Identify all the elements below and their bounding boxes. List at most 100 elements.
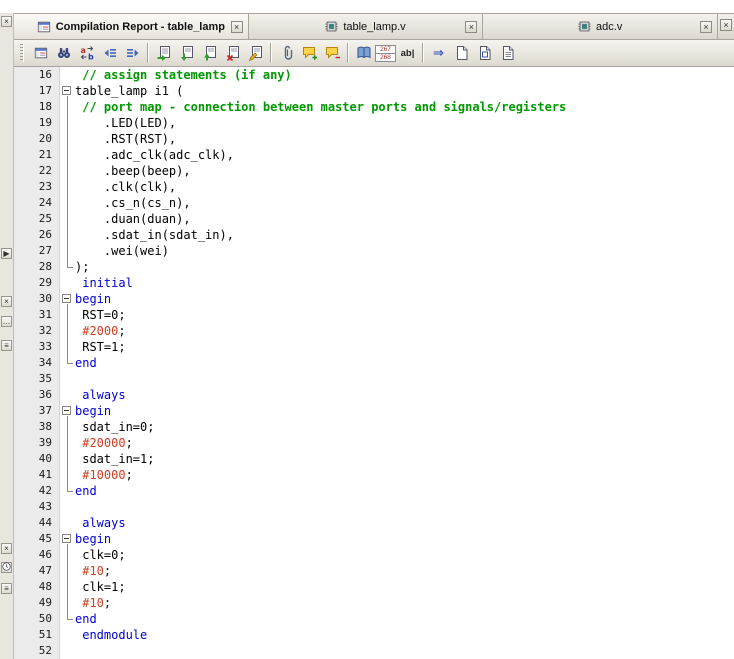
code-text[interactable]: .cs_n(cs_n), [75,195,734,211]
report-window-button[interactable] [29,42,52,65]
attach-button[interactable] [275,42,298,65]
code-text[interactable]: #10; [75,595,734,611]
code-line: 26 .sdat_in(sdat_in), [14,227,734,243]
clock-button[interactable] [1,562,12,573]
panel-list-button[interactable]: ≡ [1,340,12,351]
insert-template-button[interactable] [152,42,175,65]
goto-button[interactable]: ⇒ [427,42,450,65]
templates-button[interactable] [352,42,375,65]
code-text[interactable]: .beep(beep), [75,163,734,179]
code-text[interactable]: always [75,515,734,531]
code-text[interactable]: .RST(RST), [75,131,734,147]
code-text[interactable]: // assign statements (if any) [75,67,734,83]
find-button[interactable] [52,42,75,65]
close-tab-button[interactable]: × [700,21,712,33]
report-icon [37,20,51,34]
code-text[interactable] [75,643,734,659]
code-text[interactable]: sdat_in=1; [75,451,734,467]
comment-add-icon [302,45,318,61]
code-text[interactable]: RST=0; [75,307,734,323]
code-text[interactable]: initial [75,275,734,291]
close-tab-button[interactable]: × [231,21,243,33]
delete-block-button[interactable] [221,42,244,65]
toolbar-separator [147,43,149,63]
close-bottom-button[interactable]: × [1,543,12,554]
code-text[interactable]: end [75,483,734,499]
tab-table-lamp-v[interactable]: table_lamp.v × [249,14,484,39]
indent-button[interactable] [121,42,144,65]
code-text[interactable]: sdat_in=0; [75,419,734,435]
code-text[interactable]: #20000; [75,435,734,451]
tab-adc-v[interactable]: adc.v× [483,14,718,39]
fold-toggle[interactable] [62,294,71,303]
expand-panel-button[interactable]: ▶ [1,248,12,259]
fold-column [60,355,75,371]
fold-toggle[interactable] [62,534,71,543]
code-text[interactable]: end [75,611,734,627]
code-text[interactable]: end [75,355,734,371]
code-text[interactable]: clk=0; [75,547,734,563]
word-wrap-button[interactable]: ab| [396,42,419,65]
find-icon [56,45,72,61]
code-text[interactable]: always [75,387,734,403]
code-text[interactable]: .wei(wei) [75,243,734,259]
code-line: 25 .duan(duan), [14,211,734,227]
code-text[interactable] [75,499,734,515]
code-line: 44 always [14,515,734,531]
fold-column [60,67,75,83]
code-text[interactable]: .adc_clk(adc_clk), [75,147,734,163]
code-line: 38 sdat_in=0; [14,419,734,435]
line-indicator[interactable]: 267268 [375,45,396,62]
close-icon: × [4,17,9,26]
code-text[interactable]: .duan(duan), [75,211,734,227]
fold-toggle[interactable] [62,86,71,95]
replace-button[interactable]: ab [75,42,98,65]
code-text[interactable]: begin [75,291,734,307]
tab-label: table_lamp.v [343,21,405,33]
code-line: 39 #20000; [14,435,734,451]
remove-comment-button[interactable] [321,42,344,65]
code-text[interactable]: endmodule [75,627,734,643]
code-text[interactable]: RST=1; [75,339,734,355]
close-top-button[interactable]: × [1,16,12,27]
code-text[interactable]: .clk(clk), [75,179,734,195]
code-text[interactable]: #2000; [75,323,734,339]
open-block-button[interactable] [198,42,221,65]
code-line: 41 #10000; [14,467,734,483]
code-text[interactable] [75,371,734,387]
close-tab-button[interactable]: × [465,21,477,33]
code-text[interactable]: #10; [75,563,734,579]
code-text[interactable]: clk=1; [75,579,734,595]
close-middle-button[interactable]: × [1,296,12,307]
toolbar-grip-handle[interactable] [20,44,24,62]
code-text[interactable]: .LED(LED), [75,115,734,131]
notes-button[interactable] [496,42,519,65]
code-text[interactable]: // port map - connection between master … [75,99,734,115]
frame-view-button[interactable] [473,42,496,65]
code-text[interactable]: .sdat_in(sdat_in), [75,227,734,243]
line-number: 24 [14,195,60,211]
doc-arrow-down-icon [179,45,195,61]
fold-column [60,99,75,115]
code-text[interactable]: begin [75,403,734,419]
grip-handle[interactable]: ≡ [1,583,12,594]
code-text[interactable]: begin [75,531,734,547]
code-text[interactable]: #10000; [75,467,734,483]
fold-column [60,595,75,611]
fold-column [60,515,75,531]
more-options-button[interactable]: … [1,316,12,327]
outdent-button[interactable] [98,42,121,65]
save-block-button[interactable] [175,42,198,65]
add-comment-button[interactable] [298,42,321,65]
fold-toggle[interactable] [62,406,71,415]
tab-compilation-report[interactable]: Compilation Report - table_lamp× [14,14,249,39]
edit-block-button[interactable] [244,42,267,65]
line-number: 21 [14,147,60,163]
close-document-group-button[interactable]: × [720,19,732,31]
line-number: 35 [14,371,60,387]
code-text[interactable]: table_lamp i1 ( [75,83,734,99]
code-editor[interactable]: 16 // assign statements (if any)17table_… [14,67,734,659]
code-text[interactable]: ); [75,259,734,275]
page-notes-icon [500,45,516,61]
new-window-button[interactable] [450,42,473,65]
